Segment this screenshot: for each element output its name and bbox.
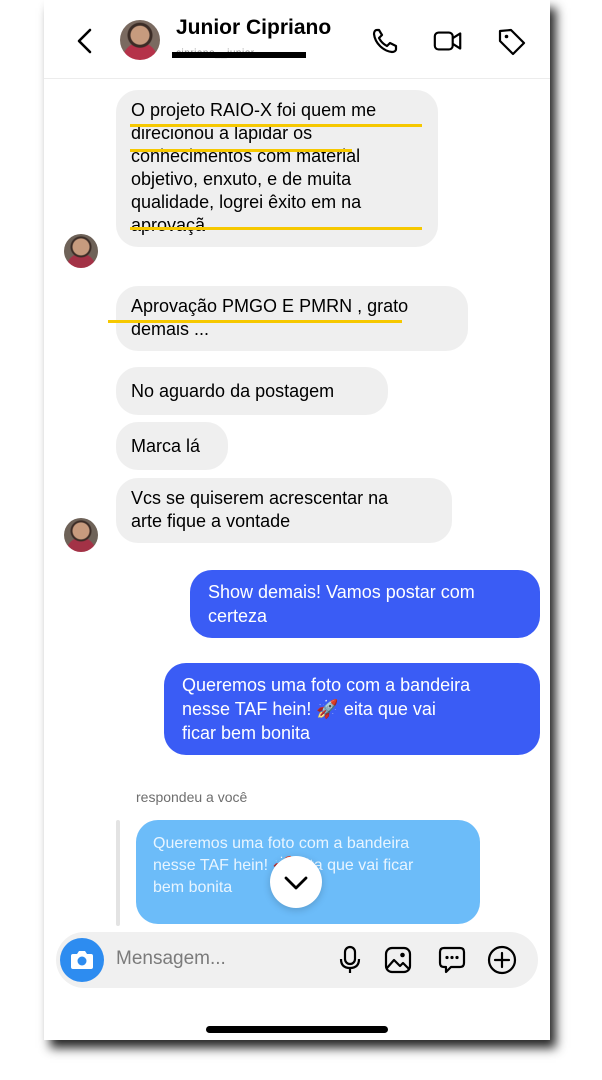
- camera-icon: [71, 951, 93, 969]
- highlight-underline: [130, 124, 422, 127]
- quoted-line: Queremos uma foto com a bandeira: [153, 835, 410, 852]
- tag-icon[interactable]: [496, 26, 528, 56]
- chevron-left-icon[interactable]: [70, 24, 100, 58]
- home-indicator[interactable]: [206, 1026, 388, 1033]
- chevron-down-icon: [284, 876, 308, 890]
- outgoing-message[interactable]: Queremos uma foto com a bandeira nesse T…: [164, 663, 540, 755]
- message-line: O projeto RAIO-X foi quem me: [131, 100, 377, 120]
- phone-screen: Junior Cipriano cipriano__junior O proje…: [44, 0, 550, 1040]
- message-line: aprovaçã: [131, 215, 206, 235]
- message-line: ficar bem bonita: [182, 723, 311, 743]
- message-line: No aguardo da postagem: [131, 381, 335, 401]
- message-line: nesse TAF hein! 🚀 eita que vai: [182, 699, 436, 719]
- message-input[interactable]: Mensagem...: [116, 948, 226, 970]
- highlight-underline: [108, 320, 402, 323]
- reply-indicator-line: [116, 820, 120, 926]
- contact-name[interactable]: Junior Cipriano: [176, 16, 331, 40]
- camera-button[interactable]: [60, 938, 104, 982]
- plus-icon[interactable]: [486, 944, 518, 976]
- sticker-icon[interactable]: [436, 944, 468, 976]
- highlight-underline: [130, 149, 352, 152]
- sender-avatar[interactable]: [64, 234, 98, 268]
- message-line: arte fique a vontade: [131, 511, 291, 531]
- message-composer: Mensagem...: [56, 932, 538, 988]
- message-line: Aprovação PMGO E PMRN , grato: [131, 296, 409, 316]
- contact-avatar[interactable]: [120, 20, 160, 60]
- gallery-icon[interactable]: [382, 944, 414, 976]
- message-line: Vcs se quiserem acrescentar na: [131, 488, 389, 508]
- scroll-down-button[interactable]: [270, 856, 322, 908]
- microphone-icon[interactable]: [334, 944, 366, 976]
- message-line: Queremos uma foto com a bandeira: [182, 675, 471, 695]
- phone-icon[interactable]: [370, 26, 402, 56]
- highlight-underline: [130, 227, 422, 230]
- incoming-message[interactable]: Aprovação PMGO E PMRN , grato demais ...: [116, 286, 468, 351]
- chat-header: Junior Cipriano cipriano__junior: [44, 0, 550, 79]
- message-line: certeza: [208, 606, 268, 626]
- incoming-message[interactable]: No aguardo da postagem: [116, 367, 388, 415]
- outgoing-message[interactable]: Show demais! Vamos postar com certeza: [190, 570, 540, 638]
- incoming-message[interactable]: Marca lá: [116, 422, 228, 470]
- incoming-message[interactable]: Vcs se quiserem acrescentar na arte fiqu…: [116, 478, 452, 543]
- message-line: objetivo, enxuto, e de muita: [131, 169, 352, 189]
- message-line: Marca lá: [131, 436, 201, 456]
- username-redaction: [172, 52, 306, 58]
- message-line: qualidade, logrei êxito em na: [131, 192, 362, 212]
- reply-label: respondeu a você: [136, 789, 248, 805]
- message-line: Show demais! Vamos postar com: [208, 582, 475, 602]
- sender-avatar[interactable]: [64, 518, 98, 552]
- video-icon[interactable]: [432, 26, 464, 56]
- incoming-message[interactable]: O projeto RAIO-X foi quem me direcionou …: [116, 90, 438, 247]
